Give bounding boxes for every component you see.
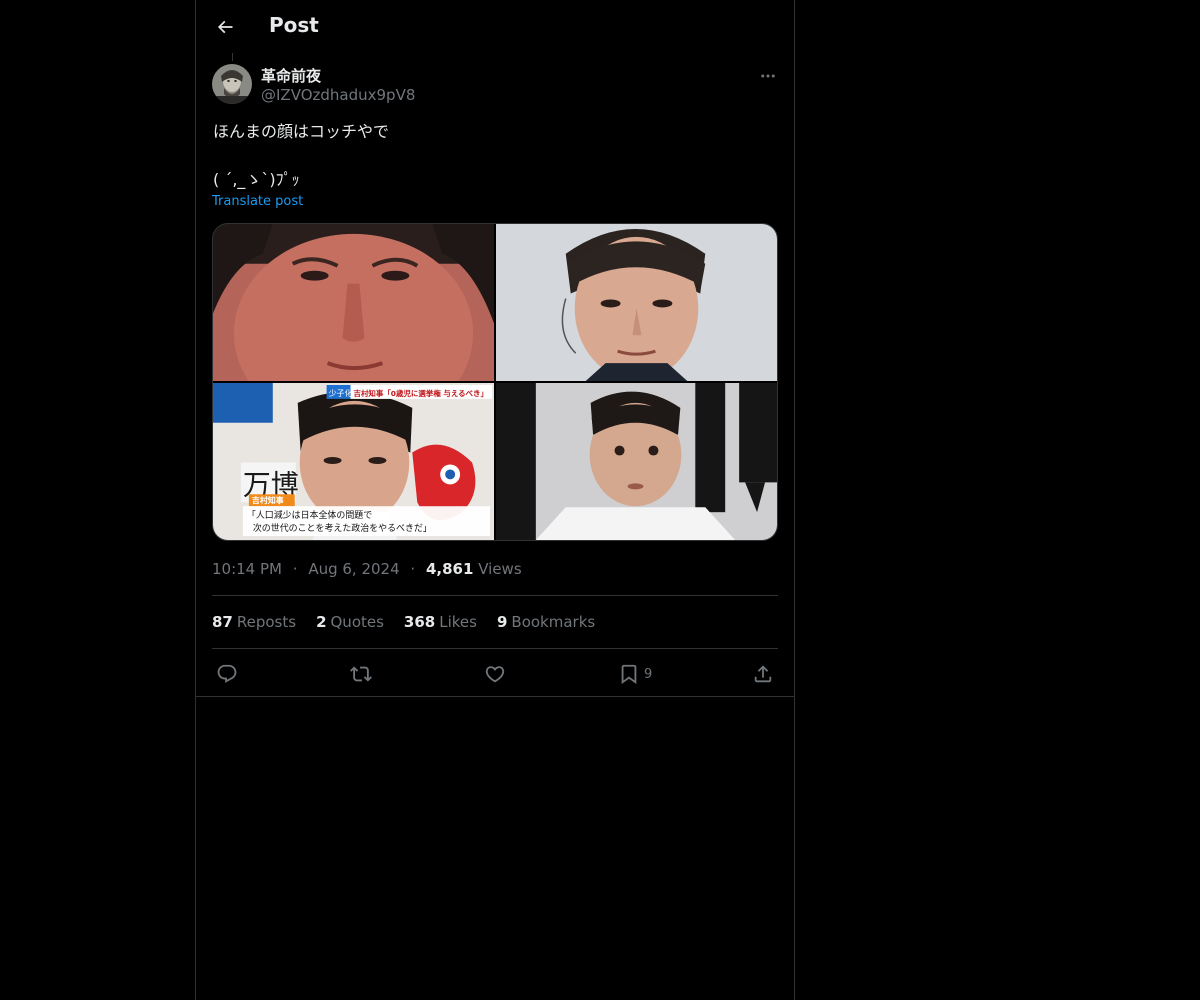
- post-time[interactable]: 10:14 PM: [212, 560, 282, 578]
- likes-label: Likes: [439, 613, 477, 631]
- reposts-label: Reposts: [236, 613, 297, 631]
- share-button[interactable]: [752, 660, 774, 688]
- post-header: Post: [196, 0, 794, 53]
- caption-top-tag: 少子化: [329, 388, 353, 398]
- avatar[interactable]: [212, 64, 252, 104]
- bookmarks-stat[interactable]: 9 Bookmarks: [497, 613, 595, 631]
- thread-connector: [232, 53, 233, 61]
- photo-face-closeup: [213, 224, 494, 381]
- views-label: Views: [478, 560, 522, 578]
- media-photo-2[interactable]: [496, 224, 777, 381]
- reposts-count: 87: [212, 613, 233, 631]
- media-photo-4[interactable]: [496, 383, 777, 540]
- page-title: Post: [269, 13, 319, 37]
- bookmark-icon: [621, 664, 637, 685]
- avatar-image: [212, 64, 252, 104]
- photo-portrait: [496, 224, 777, 381]
- media-photo-1[interactable]: [213, 224, 494, 381]
- photo-tv-screenshot: 万博 少子化 吉村知事「0歳児に選挙権 与えるべき」 吉村知事 「人口減少は日本…: [213, 383, 494, 540]
- author-display-name[interactable]: 革命前夜: [261, 65, 321, 86]
- post-date[interactable]: Aug 6, 2024: [308, 560, 399, 578]
- reposts-stat[interactable]: 87 Reposts: [212, 613, 296, 631]
- divider: [212, 648, 778, 649]
- arrow-left-icon: [217, 20, 233, 34]
- caption-line-2: 次の世代のことを考えた政治をやるべきだ」: [253, 522, 432, 534]
- reply-button[interactable]: [216, 660, 238, 688]
- post-text: ほんまの顔はコッチやで ( ´,_ゝ`)ﾌﾟｯ: [213, 120, 773, 192]
- bookmarks-count: 9: [496, 613, 508, 631]
- bookmark-button[interactable]: 9: [618, 660, 652, 688]
- post-text-line: ほんまの顔はコッチやで: [213, 122, 390, 141]
- more-options-button[interactable]: [756, 64, 780, 88]
- translate-post-link[interactable]: Translate post: [212, 194, 303, 209]
- post-meta: 10:14 PM · Aug 6, 2024 · 4,861 Views: [212, 560, 522, 578]
- back-button[interactable]: [208, 10, 242, 44]
- like-button[interactable]: [484, 660, 506, 688]
- post-text-line: ( ´,_ゝ`)ﾌﾟｯ: [213, 170, 300, 189]
- heart-icon: [485, 666, 505, 683]
- bookmark-count: 9: [644, 666, 653, 682]
- divider: [212, 595, 778, 596]
- post-text-line: [213, 144, 773, 168]
- likes-stat[interactable]: 368 Likes: [404, 613, 477, 631]
- quotes-stat[interactable]: 2 Quotes: [316, 613, 384, 631]
- caption-badge: 吉村知事: [252, 495, 284, 505]
- media-photo-3[interactable]: 万博 少子化 吉村知事「0歳児に選挙権 与えるべき」 吉村知事 「人口減少は日本…: [213, 383, 494, 540]
- share-icon: [754, 665, 772, 683]
- repost-icon: [350, 666, 372, 682]
- action-bar: 9: [212, 660, 778, 688]
- quotes-count: 2: [316, 613, 327, 631]
- more-dots-icon: [761, 74, 775, 78]
- repost-button[interactable]: [350, 660, 372, 688]
- caption-top: 吉村知事「0歳児に選挙権 与えるべき」: [354, 388, 488, 398]
- author-handle[interactable]: @IZVOzdhadux9pV8: [261, 86, 415, 104]
- meta-separator: ·: [410, 560, 416, 578]
- post-stats: 87 Reposts 2 Quotes 368 Likes 9 Bookmarks: [212, 613, 595, 631]
- views-count: 4,861: [425, 560, 474, 578]
- meta-separator: ·: [292, 560, 298, 578]
- post-column: Post 革命前夜 @IZVOzdhadux9pV8 ほんまの顔はコッチやで (…: [195, 0, 795, 1000]
- media-grid: 万博 少子化 吉村知事「0歳児に選挙権 与えるべき」 吉村知事 「人口減少は日本…: [212, 223, 778, 541]
- quotes-label: Quotes: [330, 613, 384, 631]
- photo-person-white-shirt: [496, 383, 777, 540]
- likes-count: 368: [403, 613, 436, 631]
- divider: [196, 696, 794, 697]
- caption-line-1: 「人口減少は日本全体の問題で: [247, 509, 372, 521]
- bookmarks-label: Bookmarks: [511, 613, 596, 631]
- reply-icon: [217, 664, 237, 683]
